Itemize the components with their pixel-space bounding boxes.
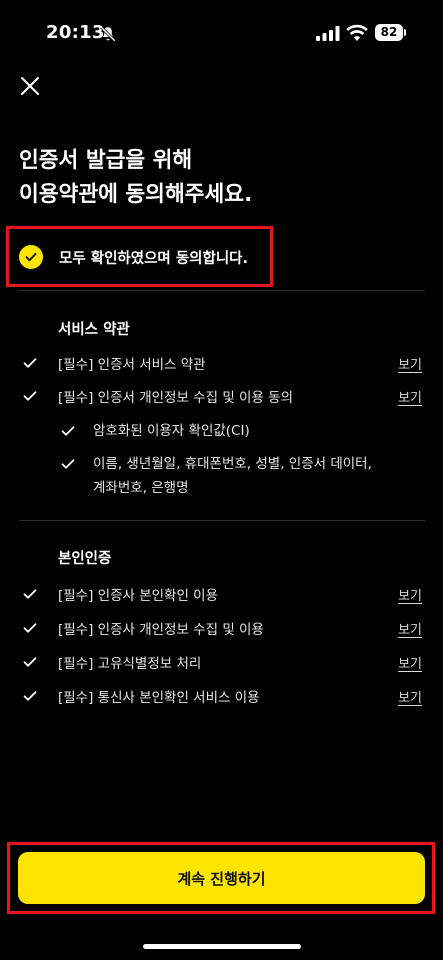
check-icon	[23, 691, 37, 701]
divider	[19, 520, 425, 521]
continue-button[interactable]: 계속 진행하기	[18, 852, 425, 904]
agree-all-check-icon	[19, 245, 43, 269]
check-icon	[61, 459, 75, 469]
check-icon	[23, 657, 37, 667]
term-row-identity-unique-id[interactable]: [필수] 고유식별정보 처리 보기	[22, 650, 422, 674]
view-link[interactable]: 보기	[398, 619, 422, 638]
agree-all-checkbox[interactable]: 모두 확인하였으며 동의합니다.	[19, 241, 248, 273]
term-label: [필수] 인증사 개인정보 수집 및 이용	[58, 622, 264, 638]
cellular-signal-icon	[316, 26, 340, 41]
check-icon	[23, 358, 37, 368]
check-icon	[23, 391, 37, 401]
bell-off-icon	[100, 26, 116, 42]
view-link[interactable]: 보기	[398, 387, 422, 406]
check-icon	[23, 589, 37, 599]
sub-item-personal-data[interactable]: 이름, 생년월일, 휴대폰번호, 성별, 인증서 데이터, 계좌번호, 은행명	[60, 452, 380, 500]
page-title-line1: 인증서 발급을 위해	[19, 148, 193, 173]
section-title-identity: 본인인증	[58, 551, 112, 567]
term-label: [필수] 고유식별정보 처리	[58, 656, 202, 672]
term-row-service-terms[interactable]: [필수] 인증서 서비스 약관 보기	[22, 351, 422, 375]
close-button[interactable]	[16, 72, 44, 100]
close-icon	[21, 77, 39, 95]
battery-tip	[404, 29, 406, 36]
term-label: [필수] 인증서 서비스 약관	[58, 357, 206, 373]
term-row-identity-verify[interactable]: [필수] 인증사 본인확인 이용 보기	[22, 582, 422, 606]
view-link[interactable]: 보기	[398, 585, 422, 604]
wifi-icon	[346, 24, 368, 41]
view-link[interactable]: 보기	[398, 687, 422, 706]
section-title-service: 서비스 약관	[58, 322, 130, 338]
term-label: [필수] 인증서 개인정보 수집 및 이용 동의	[58, 390, 294, 406]
battery-level: 82	[375, 24, 403, 41]
sub-item-label: 이름, 생년월일, 휴대폰번호, 성별, 인증서 데이터, 계좌번호, 은행명	[93, 456, 372, 496]
term-row-service-privacy[interactable]: [필수] 인증서 개인정보 수집 및 이용 동의 보기	[22, 384, 422, 408]
home-indicator[interactable]	[143, 944, 301, 949]
term-row-identity-privacy[interactable]: [필수] 인증사 개인정보 수집 및 이용 보기	[22, 616, 422, 640]
agree-all-label: 모두 확인하였으며 동의합니다.	[59, 250, 249, 267]
status-time: 20:13	[46, 22, 105, 43]
sub-item-ci[interactable]: 암호화된 이용자 확인값(CI)	[60, 419, 380, 443]
term-label: [필수] 통신사 본인확인 서비스 이용	[58, 690, 260, 706]
check-icon	[61, 426, 75, 436]
page-title-line2: 이용약관에 동의해주세요.	[19, 182, 253, 207]
term-label: [필수] 인증사 본인확인 이용	[58, 588, 219, 604]
view-link[interactable]: 보기	[398, 653, 422, 672]
page-title: 인증서 발급을 위해 이용약관에 동의해주세요.	[19, 144, 252, 212]
status-bar: 20:13 82	[0, 0, 443, 60]
term-row-identity-carrier[interactable]: [필수] 통신사 본인확인 서비스 이용 보기	[22, 684, 422, 708]
check-icon	[23, 623, 37, 633]
sub-item-label: 암호화된 이용자 확인값(CI)	[93, 423, 250, 439]
divider	[19, 290, 425, 291]
view-link[interactable]: 보기	[398, 354, 422, 373]
